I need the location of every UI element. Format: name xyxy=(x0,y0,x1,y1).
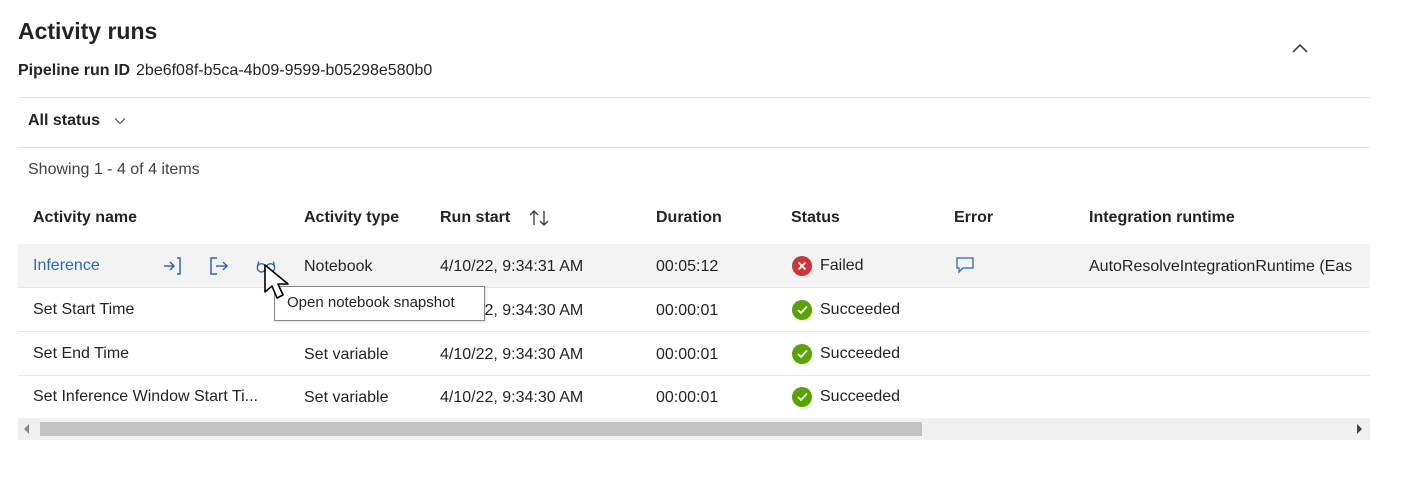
column-header-status[interactable]: Status xyxy=(791,209,840,227)
table-row[interactable]: Set Inference Window Start Ti... Set var… xyxy=(18,375,1370,419)
run-id-label: Pipeline run ID xyxy=(18,62,131,79)
run-start-header-label: Run start xyxy=(440,209,511,226)
column-header-error[interactable]: Error xyxy=(954,209,993,227)
run-start: 4/10/22, 9:34:31 AM xyxy=(440,258,584,275)
status-cell: Succeeded xyxy=(792,300,900,320)
succeeded-icon xyxy=(792,300,812,320)
scroll-right-icon[interactable] xyxy=(1356,423,1364,435)
duration: 00:00:01 xyxy=(656,389,719,406)
activity-name-link[interactable]: Inference xyxy=(33,256,100,276)
chevron-down-icon xyxy=(114,118,126,125)
table-row[interactable]: Set End Time Set variable 4/10/22, 9:34:… xyxy=(18,332,1370,376)
status-text: Failed xyxy=(820,257,864,274)
column-header-activity-type[interactable]: Activity type xyxy=(304,209,399,227)
pipeline-run-id: Pipeline run ID 2be6f08f-b5ca-4b09-9599-b… xyxy=(18,62,432,80)
scrollbar-thumb[interactable] xyxy=(40,422,922,436)
run-start: 4/10/22, 9:34:30 AM xyxy=(440,346,584,363)
table-row[interactable]: Set Start Time 4/10/22, 9:34:30 AM 00:00… xyxy=(18,288,1370,332)
table-row[interactable]: Inference Notebook 4/10/22, 9:34:31 AM 0… xyxy=(18,244,1370,288)
status-cell: Failed xyxy=(792,256,864,276)
succeeded-icon xyxy=(792,387,812,407)
tooltip: Open notebook snapshot xyxy=(274,286,485,321)
status-filter-label: All status xyxy=(28,112,101,129)
sort-icon[interactable] xyxy=(528,209,550,227)
status-cell: Succeeded xyxy=(792,387,900,407)
failed-icon xyxy=(792,256,812,276)
activity-type: Set variable xyxy=(304,346,389,363)
activity-type: Notebook xyxy=(304,258,373,275)
status-text: Succeeded xyxy=(820,345,901,362)
activity-name: Set Inference Window Start Ti... xyxy=(33,388,258,405)
status-text: Succeeded xyxy=(820,388,901,405)
divider xyxy=(18,147,1370,148)
run-id-value: 2be6f08f-b5ca-4b09-9599-b05298e580b0 xyxy=(136,62,433,79)
integration-runtime: AutoResolveIntegrationRuntime (Eas xyxy=(1089,258,1353,275)
column-header-run-start[interactable]: Run start xyxy=(440,209,550,227)
error-message-icon[interactable] xyxy=(954,254,976,276)
activity-name: Set End Time xyxy=(33,345,130,362)
chevron-up-icon xyxy=(1292,43,1308,53)
input-icon[interactable] xyxy=(161,255,183,277)
activity-type: Set variable xyxy=(304,389,389,406)
duration: 00:05:12 xyxy=(656,258,719,275)
mouse-cursor-icon xyxy=(264,264,289,299)
horizontal-scrollbar[interactable] xyxy=(18,418,1370,440)
divider xyxy=(18,97,1370,98)
items-count: Showing 1 - 4 of 4 items xyxy=(28,161,200,178)
column-header-activity-name[interactable]: Activity name xyxy=(33,209,137,227)
collapse-button[interactable] xyxy=(1286,36,1314,60)
duration: 00:00:01 xyxy=(656,346,719,363)
activity-name: Set Start Time xyxy=(33,301,135,318)
output-icon[interactable] xyxy=(208,255,230,277)
column-header-integration-runtime[interactable]: Integration runtime xyxy=(1089,209,1235,227)
succeeded-icon xyxy=(792,344,812,364)
status-text: Succeeded xyxy=(820,301,901,318)
duration: 00:00:01 xyxy=(656,302,719,319)
run-start: 4/10/22, 9:34:30 AM xyxy=(440,389,584,406)
column-header-duration[interactable]: Duration xyxy=(656,209,722,227)
page-title: Activity runs xyxy=(18,18,158,44)
scroll-left-icon[interactable] xyxy=(22,423,30,435)
status-cell: Succeeded xyxy=(792,344,900,364)
status-filter-dropdown[interactable]: All status xyxy=(28,112,126,130)
